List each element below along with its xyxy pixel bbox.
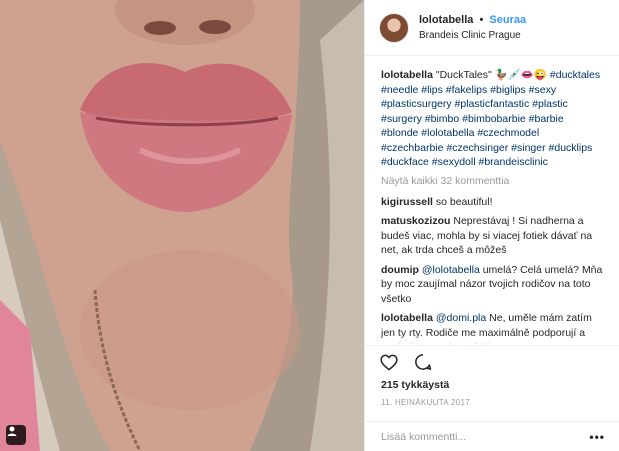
comments-list[interactable]: lolotabella "DuckTales" 🦆💉👄😜 #ducktales …: [365, 56, 619, 345]
header-username[interactable]: lolotabella: [419, 14, 473, 26]
comment-input[interactable]: [381, 430, 571, 443]
post-date[interactable]: 11. HEINÄKUUTA 2017: [365, 395, 619, 413]
more-options-icon[interactable]: •••: [589, 430, 605, 444]
comment-username[interactable]: doumip: [381, 264, 419, 276]
comment-username[interactable]: lolotabella: [381, 312, 433, 324]
caption-username[interactable]: lolotabella: [381, 69, 433, 81]
comment-username[interactable]: kigirussell: [381, 196, 433, 208]
add-comment-bar: •••: [365, 421, 619, 451]
comment-item: kigirussell so beautiful!: [381, 195, 603, 210]
follow-button[interactable]: Seuraa: [489, 14, 526, 26]
likes-count[interactable]: 215 tykkäystä: [365, 375, 619, 395]
person-tag-icon[interactable]: [6, 425, 26, 445]
comment-item: matuskozizou Neprestávaj ! Si nadherna a…: [381, 214, 603, 258]
post-photo[interactable]: [0, 0, 364, 451]
comment-username[interactable]: matuskozizou: [381, 215, 450, 227]
post-side-panel: lolotabella • Seuraa Brandeis Clinic Pra…: [364, 0, 619, 451]
location-link[interactable]: Brandeis Clinic Prague: [419, 28, 526, 43]
avatar[interactable]: [379, 12, 409, 43]
comment-bubble-icon[interactable]: [413, 352, 433, 372]
header-text: lolotabella • Seuraa Brandeis Clinic Pra…: [419, 13, 526, 43]
view-all-comments-link[interactable]: Näytä kaikki 32 kommenttia: [381, 175, 603, 187]
comment-mention[interactable]: @lolotabella: [422, 264, 480, 276]
caption-text: "DuckTales" 🦆💉👄😜: [435, 69, 547, 81]
comment-item: doumip @lolotabella umelá? Celá umelá? M…: [381, 263, 603, 307]
post-header: lolotabella • Seuraa Brandeis Clinic Pra…: [365, 0, 619, 56]
comment-text: so beautiful!: [435, 195, 493, 208]
comment-mention[interactable]: @domi.pla: [436, 312, 486, 324]
heart-icon[interactable]: [379, 352, 399, 372]
header-separator: •: [479, 13, 484, 26]
photo-illustration: [0, 0, 364, 451]
scroll-fade: [365, 335, 619, 345]
caption: lolotabella "DuckTales" 🦆💉👄😜 #ducktales …: [381, 68, 603, 170]
caption-hashtags[interactable]: #ducktales #needle #lips #fakelips #bigl…: [381, 69, 600, 168]
action-bar: [365, 345, 619, 375]
